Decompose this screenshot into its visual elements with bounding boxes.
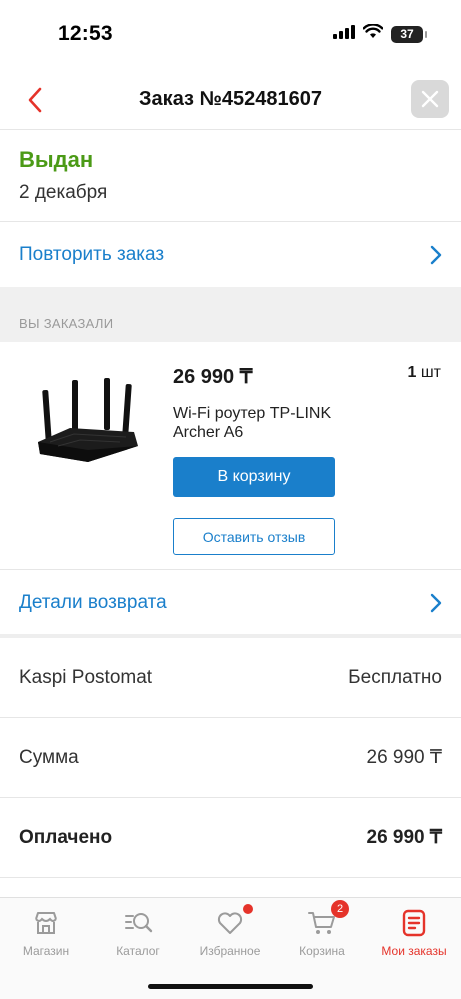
tab-my-orders-label: Мои заказы — [381, 944, 447, 958]
section-header-ordered: ВЫ ЗАКАЗАЛИ — [0, 287, 461, 342]
order-status: Выдан — [19, 147, 94, 172]
catalog-icon — [123, 908, 153, 938]
product-image[interactable] — [30, 362, 145, 472]
status-icons: 37 — [333, 23, 427, 44]
tab-my-orders[interactable]: Мои заказы — [368, 908, 460, 964]
status-bar: 12:53 37 — [0, 0, 461, 70]
order-date: 2 декабря — [19, 182, 108, 203]
signal-icon — [333, 24, 355, 44]
close-icon — [421, 90, 439, 108]
tab-shop[interactable]: Магазин — [0, 908, 92, 964]
cart-icon: 2 — [307, 900, 349, 938]
sum-label: Сумма — [19, 746, 79, 768]
repeat-order-label: Повторить заказ — [19, 244, 165, 265]
paid-value: 26 990 ₸ — [366, 827, 442, 848]
delivery-value: Бесплатно — [348, 666, 442, 688]
tab-catalog[interactable]: Каталог — [92, 908, 184, 964]
sum-row: Сумма 26 990 ₸ — [0, 718, 461, 798]
close-button[interactable] — [411, 80, 449, 118]
heart-icon — [215, 904, 253, 938]
section-header-label: ВЫ ЗАКАЗАЛИ — [19, 316, 114, 331]
product-quantity: 1 шт — [407, 364, 441, 382]
tab-catalog-label: Каталог — [116, 944, 160, 958]
page-title: Заказ №452481607 — [139, 88, 322, 110]
delivery-row: Kaspi Postomat Бесплатно — [0, 638, 461, 718]
tab-favorites[interactable]: Избранное — [184, 904, 276, 964]
tab-favorites-label: Избранное — [199, 944, 261, 958]
tab-cart[interactable]: 2 Корзина — [276, 900, 368, 964]
paid-label: Оплачено — [19, 826, 113, 848]
order-item: 26 990 ₸ 1 шт Wi-Fi роутер TP-LINK Arche… — [0, 342, 461, 570]
return-details-label: Детали возврата — [19, 592, 167, 613]
order-status-block: Выдан 2 декабря — [0, 130, 461, 222]
chevron-right-icon — [430, 593, 442, 613]
quantity-number: 1 — [407, 364, 417, 381]
wifi-icon — [362, 23, 384, 44]
battery-icon: 37 — [391, 25, 427, 43]
paid-row: Оплачено 26 990 ₸ — [0, 798, 461, 878]
delivery-label: Kaspi Postomat — [19, 666, 153, 688]
product-name[interactable]: Wi-Fi роутер TP-LINK Archer A6 — [173, 404, 363, 442]
quantity-unit: шт — [420, 364, 441, 381]
repeat-order-row[interactable]: Повторить заказ — [0, 223, 461, 287]
cart-count-badge: 2 — [331, 900, 349, 918]
status-time: 12:53 — [58, 22, 113, 45]
orders-icon — [399, 908, 429, 938]
leave-review-button[interactable]: Оставить отзыв — [173, 518, 335, 555]
home-indicator — [148, 984, 313, 989]
product-price: 26 990 ₸ — [173, 366, 253, 388]
return-details-row[interactable]: Детали возврата — [0, 571, 461, 635]
shop-icon — [31, 908, 61, 938]
chevron-right-icon — [430, 245, 442, 265]
tab-cart-label: Корзина — [299, 944, 345, 958]
notification-dot — [243, 904, 253, 914]
sum-value: 26 990 ₸ — [366, 747, 442, 768]
add-to-cart-button[interactable]: В корзину — [173, 457, 335, 497]
navigation-bar: Заказ №452481607 — [0, 72, 461, 130]
tab-shop-label: Магазин — [22, 944, 70, 958]
